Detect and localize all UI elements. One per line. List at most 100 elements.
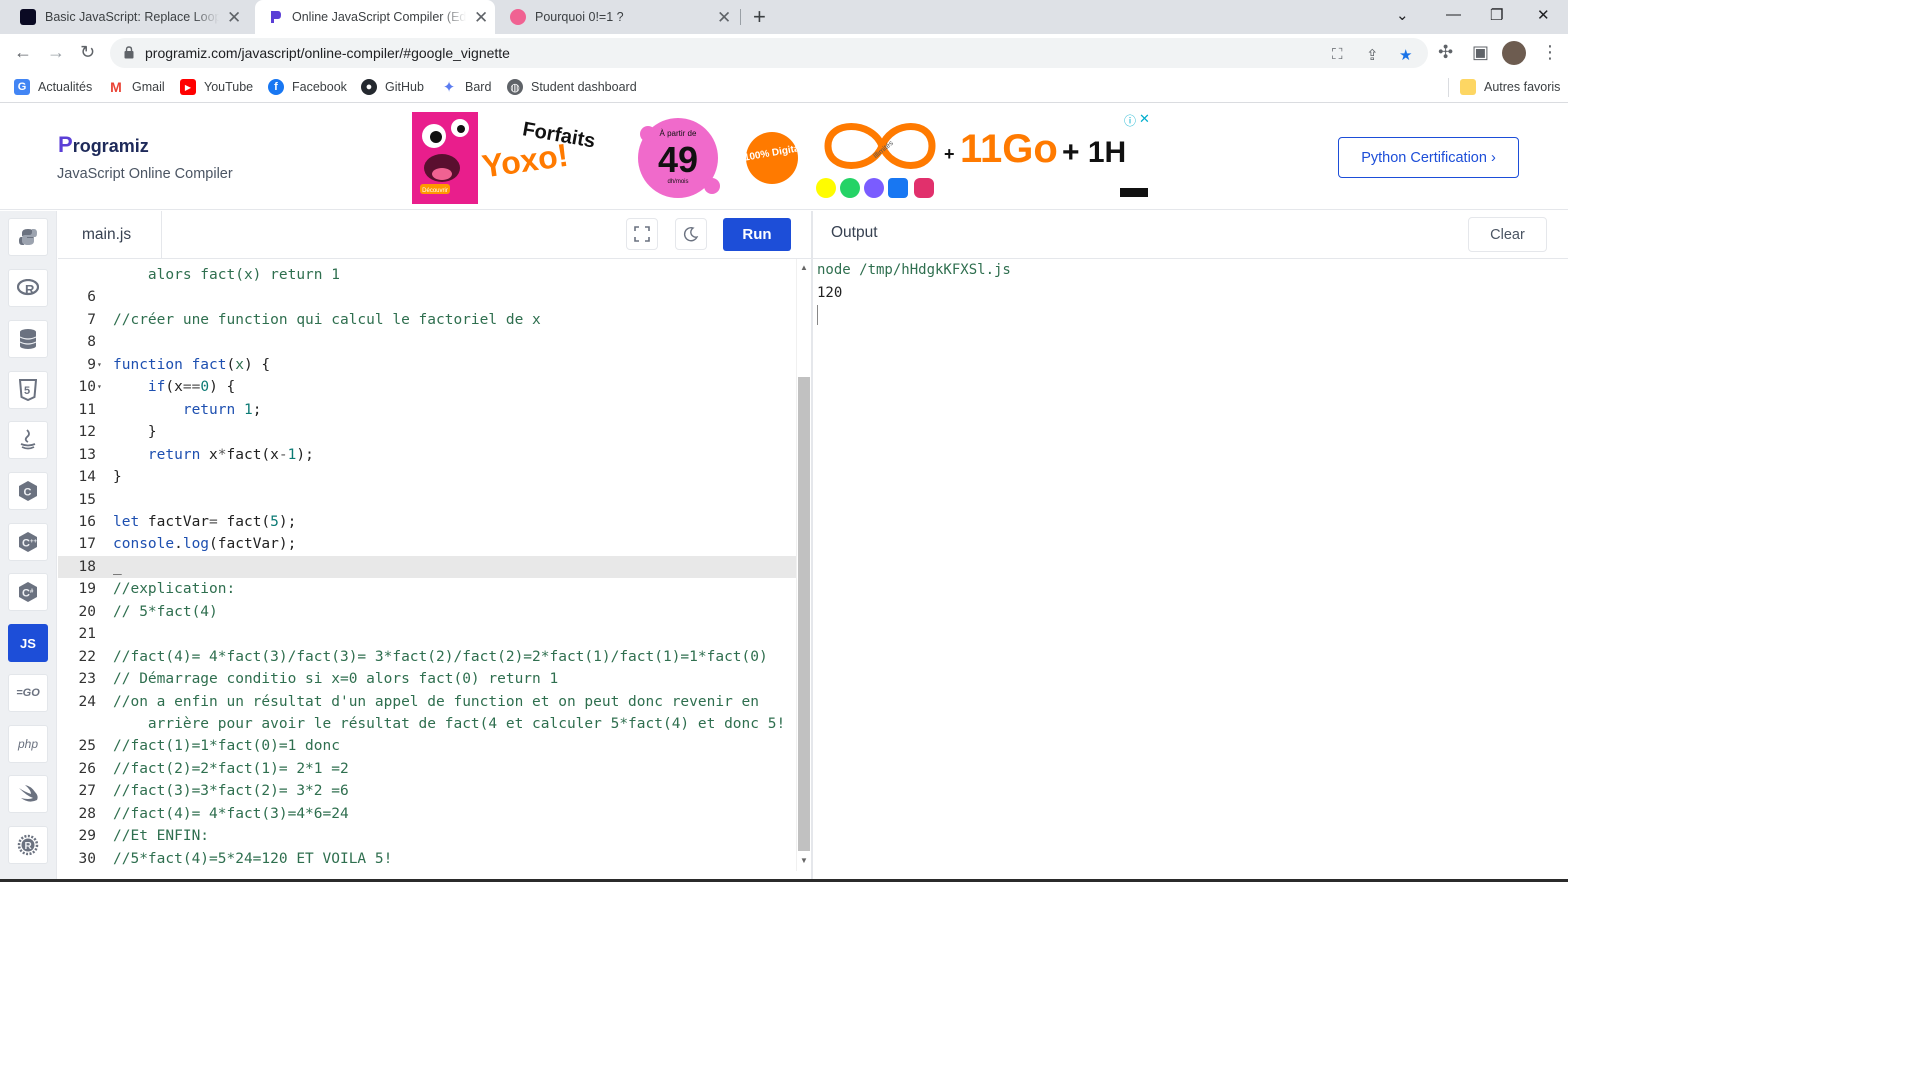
translate-icon[interactable]: ⛶ bbox=[1332, 46, 1343, 63]
line-number: 17 bbox=[78, 536, 96, 553]
programiz-logo[interactable]: Programiz bbox=[58, 132, 149, 158]
extensions-puzzle-icon[interactable]: ✣ bbox=[1438, 42, 1453, 63]
code-line[interactable]: 30 //5*fact(4)=5*24=120 ET VOILA 5! bbox=[58, 848, 796, 870]
line-number: 21 bbox=[78, 626, 96, 643]
code-line[interactable]: 17 console.log(factVar); bbox=[58, 533, 796, 555]
back-arrow-icon[interactable]: ← bbox=[14, 42, 32, 63]
side-panel-icon[interactable]: ▣ bbox=[1472, 42, 1489, 63]
scroll-down-arrow-icon[interactable]: ▼ bbox=[800, 856, 808, 865]
editor-vertical-scrollbar[interactable]: ▲ ▼ bbox=[796, 259, 811, 871]
code-text: console.log(factVar); bbox=[113, 536, 297, 553]
code-line[interactable]: alors fact(x) return 1 bbox=[58, 264, 796, 286]
code-line[interactable]: 13 return x*fact(x-1); bbox=[58, 444, 796, 466]
menu-kebab-icon[interactable]: ⋮ bbox=[1541, 42, 1559, 63]
c-icon[interactable]: C bbox=[8, 472, 48, 510]
output-console[interactable]: node /tmp/hHdgkKFXSl.js 120 bbox=[813, 259, 1568, 882]
csharp-icon[interactable]: C # bbox=[8, 573, 48, 611]
fold-arrow-icon[interactable]: ▾ bbox=[97, 376, 102, 398]
javascript-icon[interactable]: JS bbox=[8, 624, 48, 662]
code-line[interactable]: 28 //fact(4)= 4*fact(3)=4*6=24 bbox=[58, 803, 796, 825]
run-button[interactable]: Run bbox=[723, 218, 791, 251]
line-number: 15 bbox=[78, 491, 96, 508]
svg-text:À partir de: À partir de bbox=[660, 129, 697, 138]
bookmark-student-dashboard[interactable]: ◍ Student dashboard bbox=[507, 79, 637, 95]
code-line[interactable]: 8 bbox=[58, 331, 796, 353]
bookmark-actualites[interactable]: G Actualités bbox=[14, 79, 92, 95]
fold-arrow-icon[interactable]: ▾ bbox=[97, 354, 102, 376]
line-number: 29 bbox=[78, 828, 96, 845]
scroll-up-arrow-icon[interactable]: ▲ bbox=[800, 263, 808, 272]
tab-search-chevron-icon[interactable]: ⌄ bbox=[1396, 6, 1409, 24]
reload-icon[interactable]: ↻ bbox=[80, 42, 95, 63]
code-line[interactable]: 11 return 1; bbox=[58, 399, 796, 421]
profile-avatar[interactable] bbox=[1502, 41, 1526, 65]
advertisement-banner[interactable]: Découvrir Forfaits Yoxo! À partir de 49 … bbox=[412, 112, 1150, 204]
dark-mode-moon-icon[interactable] bbox=[675, 218, 707, 250]
cpp-icon[interactable]: C ++ bbox=[8, 523, 48, 561]
code-line[interactable]: 15 bbox=[58, 489, 796, 511]
code-line[interactable]: 25 //fact(1)=1*fact(0)=1 donc bbox=[58, 735, 796, 757]
bookmark-gmail[interactable]: M Gmail bbox=[108, 79, 165, 95]
code-line[interactable]: 18 _ bbox=[58, 555, 796, 578]
code-line[interactable]: 12 } bbox=[58, 421, 796, 443]
html5-icon[interactable]: 5 bbox=[8, 371, 48, 409]
other-bookmarks[interactable]: Autres favoris bbox=[1460, 79, 1560, 95]
share-icon[interactable]: ⇪ bbox=[1366, 46, 1379, 64]
tab-basic-javascript[interactable]: Basic JavaScript: Replace Loops u ✕ bbox=[10, 0, 250, 34]
address-bar[interactable]: programiz.com/javascript/online-compiler… bbox=[110, 38, 1428, 68]
ad-info-icon[interactable]: ⓘ bbox=[1124, 112, 1136, 129]
bookmark-facebook[interactable]: f Facebook bbox=[268, 79, 347, 95]
r-icon[interactable]: R bbox=[8, 269, 48, 307]
code-line[interactable]: 6 bbox=[58, 286, 796, 308]
svg-text:11Go: 11Go bbox=[960, 127, 1058, 171]
python-icon[interactable] bbox=[8, 218, 48, 256]
code-line[interactable]: 22 //fact(4)= 4*fact(3)/fact(3)= 3*fact(2… bbox=[58, 646, 796, 668]
code-line[interactable]: 9 ▾ function fact(x) { bbox=[58, 354, 796, 376]
scrollbar-thumb[interactable] bbox=[798, 377, 810, 851]
line-number: 28 bbox=[78, 805, 96, 822]
minimize-icon[interactable]: — bbox=[1446, 6, 1461, 23]
file-tab-main-js[interactable]: main.js bbox=[58, 211, 162, 259]
java-icon[interactable] bbox=[8, 421, 48, 459]
swift-icon[interactable] bbox=[8, 775, 48, 813]
python-certification-button[interactable]: Python Certification › bbox=[1338, 137, 1519, 178]
close-tab-icon[interactable]: ✕ bbox=[227, 9, 241, 26]
svg-text:Découvrir: Découvrir bbox=[422, 188, 448, 194]
code-line[interactable]: 16 let factVar= fact(5); bbox=[58, 511, 796, 533]
go-icon[interactable]: =GO bbox=[8, 674, 48, 712]
fullscreen-icon[interactable] bbox=[626, 218, 658, 250]
rust-icon[interactable]: R bbox=[8, 826, 48, 864]
close-tab-icon[interactable]: ✕ bbox=[717, 9, 731, 26]
code-line[interactable]: 24 //on a enfin un résultat d'un appel de… bbox=[58, 691, 796, 713]
code-line[interactable]: 29 //Et ENFIN: bbox=[58, 825, 796, 847]
editor-toolbar: main.js Run bbox=[58, 211, 812, 259]
restore-icon[interactable]: ❐ bbox=[1490, 6, 1503, 24]
sql-database-icon[interactable] bbox=[8, 320, 48, 358]
code-line[interactable]: 26 //fact(2)=2*fact(1)= 2*1 =2 bbox=[58, 758, 796, 780]
code-line[interactable]: arrière pour avoir le résultat de fact(4… bbox=[58, 713, 796, 735]
code-line[interactable]: 7 //créer une function qui calcul le fact… bbox=[58, 309, 796, 331]
tab-pourquoi[interactable]: Pourquoi 0!=1 ? ✕ bbox=[500, 0, 740, 34]
bookmark-star-icon[interactable]: ★ bbox=[1399, 46, 1412, 64]
code-editor[interactable]: alors fact(x) return 1 6 7 //créer une func… bbox=[58, 259, 796, 871]
code-line[interactable]: 27 //fact(3)=3*fact(2)= 3*2 =6 bbox=[58, 780, 796, 802]
line-number: 16 bbox=[78, 513, 96, 530]
bookmark-bard[interactable]: ✦ Bard bbox=[441, 79, 492, 96]
close-tab-icon[interactable]: ✕ bbox=[474, 9, 488, 26]
ad-close-icon[interactable]: ✕ bbox=[1139, 112, 1150, 127]
code-line[interactable]: 20 // 5*fact(4) bbox=[58, 601, 796, 623]
code-line[interactable]: 19 //explication: bbox=[58, 578, 796, 600]
code-line[interactable]: 14} bbox=[58, 466, 796, 488]
php-icon[interactable]: php bbox=[8, 725, 48, 763]
clear-button[interactable]: Clear bbox=[1468, 217, 1547, 252]
code-line[interactable]: 10 ▾ if(x==0) { bbox=[58, 376, 796, 398]
forward-arrow-icon[interactable]: → bbox=[47, 42, 65, 63]
code-line[interactable]: 21 bbox=[58, 623, 796, 645]
bookmark-github[interactable]: ● GitHub bbox=[361, 79, 424, 95]
new-tab-plus-icon[interactable]: + bbox=[753, 4, 766, 30]
window-close-icon[interactable]: ✕ bbox=[1537, 6, 1550, 24]
bookmark-youtube[interactable]: ▶ YouTube bbox=[180, 79, 253, 95]
tab-online-compiler[interactable]: Online JavaScript Compiler (Edito ✕ bbox=[255, 0, 495, 34]
svg-text:5: 5 bbox=[24, 385, 30, 397]
code-line[interactable]: 23 // Démarrage conditio si x=0 alors fac… bbox=[58, 668, 796, 690]
